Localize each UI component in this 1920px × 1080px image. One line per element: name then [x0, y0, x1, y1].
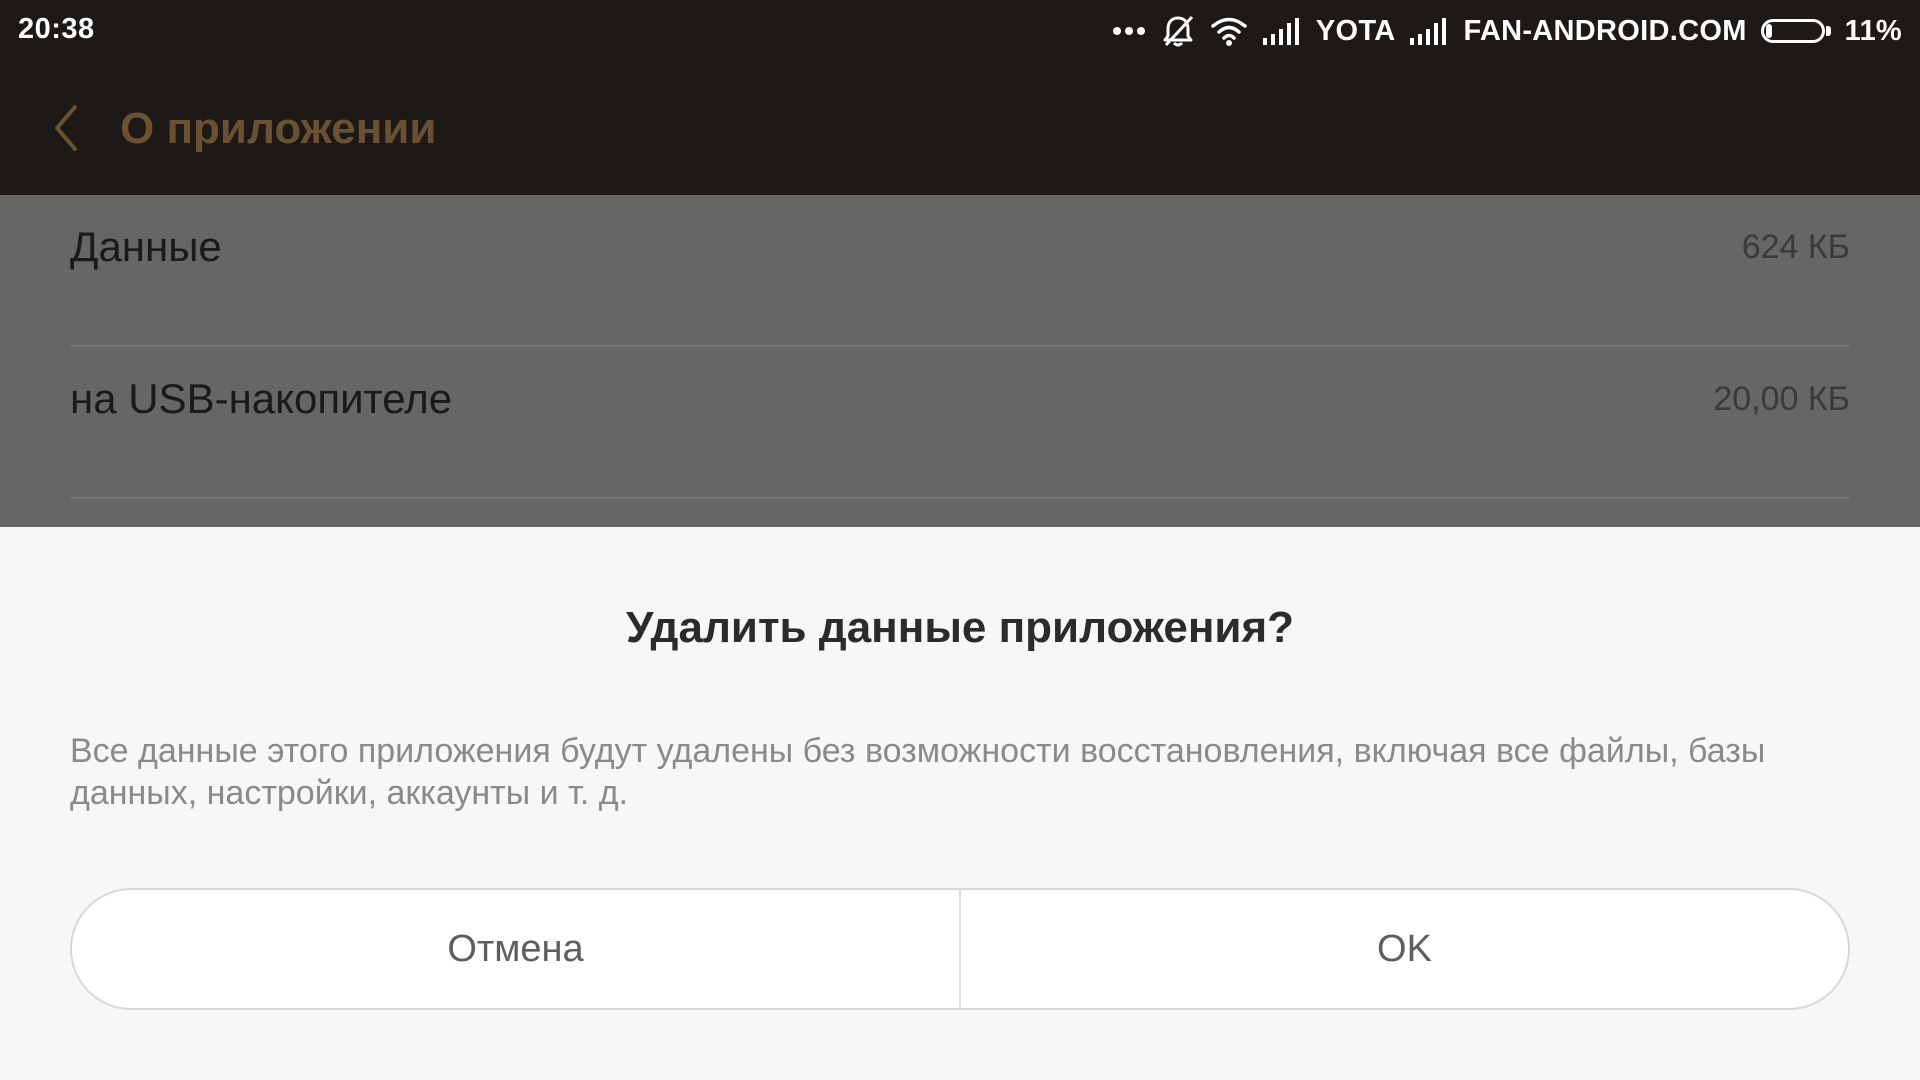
- chevron-left-icon: [55, 105, 77, 151]
- more-dots-icon: [1112, 26, 1146, 36]
- list-item-value: 20,00 КБ: [1713, 380, 1850, 418]
- signal-icon: [1409, 16, 1449, 46]
- list-item-value: 624 КБ: [1741, 228, 1850, 266]
- list-item-usb[interactable]: на USB-накопителе 20,00 КБ: [70, 347, 1850, 499]
- status-icons: YOTA FAN-ANDROID.COM 11%: [1112, 0, 1902, 62]
- confirm-dialog: Удалить данные приложения? Все данные эт…: [0, 527, 1920, 1080]
- battery-level: [1765, 24, 1772, 38]
- storage-list: Данные 624 КБ на USB-накопителе 20,00 КБ: [0, 195, 1920, 527]
- list-item-label: Данные: [70, 223, 222, 270]
- signal-icon: [1262, 16, 1302, 46]
- cancel-button[interactable]: Отмена: [72, 890, 959, 1008]
- alarm-off-icon: [1160, 13, 1196, 49]
- dialog-title: Удалить данные приложения?: [625, 603, 1295, 652]
- operator-text: FAN-ANDROID.COM: [1463, 14, 1747, 47]
- status-bar: 20:38 YOTA FAN-ANDROID.COM 11%: [0, 0, 1920, 62]
- carrier-name: YOTA: [1315, 14, 1396, 47]
- dialog-button-group: Отмена OK: [70, 888, 1850, 1010]
- dialog-message: Все данные этого приложения будут удален…: [70, 732, 1766, 812]
- list-item-data[interactable]: Данные 624 КБ: [70, 195, 1850, 347]
- battery-percent: 11%: [1844, 14, 1902, 47]
- wifi-icon: [1210, 15, 1248, 47]
- battery-icon: [1760, 19, 1831, 43]
- page-title: О приложении: [120, 104, 437, 153]
- status-time: 20:38: [18, 13, 95, 45]
- app-header: О приложении: [0, 62, 1920, 195]
- back-button[interactable]: [42, 100, 90, 156]
- ok-button[interactable]: OK: [961, 890, 1848, 1008]
- list-item-label: на USB-накопителе: [70, 375, 453, 422]
